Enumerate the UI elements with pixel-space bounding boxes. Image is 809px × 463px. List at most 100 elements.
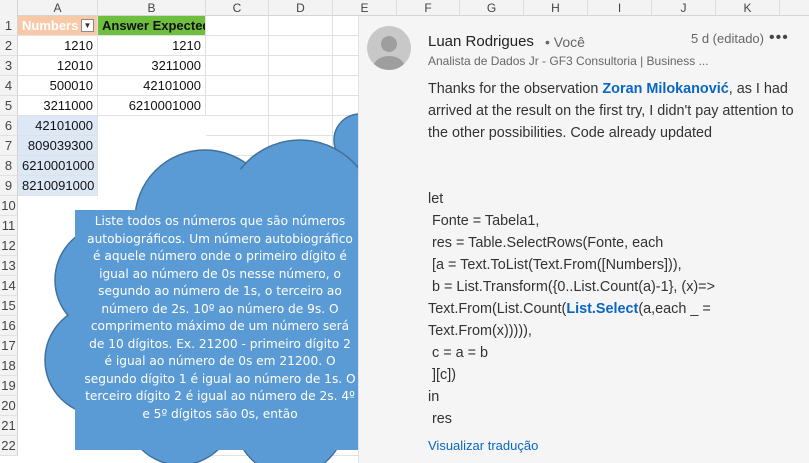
select-all-corner[interactable]: [0, 0, 18, 16]
row-header-22[interactable]: 22: [0, 436, 18, 456]
row-header-1[interactable]: 1: [0, 16, 18, 36]
cell[interactable]: [206, 96, 269, 116]
cell[interactable]: [269, 256, 333, 276]
column-header-k[interactable]: K: [716, 0, 780, 16]
cell[interactable]: [269, 76, 333, 96]
cell[interactable]: [269, 96, 333, 116]
cell-answer-expected[interactable]: 6210001000: [98, 96, 206, 116]
cell[interactable]: [206, 16, 269, 36]
cell-answer-expected[interactable]: 42101000: [98, 76, 206, 96]
cell[interactable]: [206, 116, 269, 136]
column-header-h[interactable]: H: [524, 0, 588, 16]
cell[interactable]: [206, 176, 269, 196]
column-header-i[interactable]: I: [588, 0, 652, 16]
cell[interactable]: [269, 296, 333, 316]
comment-panel: Luan Rodrigues • Você 5 d (editado) ••• …: [358, 16, 809, 463]
cell[interactable]: [269, 336, 333, 356]
cell-answer-expected[interactable]: 3211000: [98, 56, 206, 76]
cell[interactable]: [206, 296, 269, 316]
cell[interactable]: [269, 416, 333, 436]
cell[interactable]: [269, 236, 333, 256]
cell[interactable]: [269, 396, 333, 416]
column-header-a[interactable]: A: [18, 0, 98, 16]
row-header-6[interactable]: 6: [0, 116, 18, 136]
cell-numbers[interactable]: 500010: [18, 76, 98, 96]
header-cell-numbers[interactable]: Numbers ▼: [18, 16, 98, 36]
cell[interactable]: [269, 276, 333, 296]
cell[interactable]: [269, 16, 333, 36]
cell[interactable]: [206, 236, 269, 256]
row-header-12[interactable]: 12: [0, 236, 18, 256]
cell[interactable]: [269, 116, 333, 136]
column-header-c[interactable]: C: [206, 0, 269, 16]
cell[interactable]: [269, 356, 333, 376]
row-header-11[interactable]: 11: [0, 216, 18, 236]
cell[interactable]: [206, 256, 269, 276]
author-name[interactable]: Luan Rodrigues: [428, 33, 534, 50]
cell-numbers[interactable]: 42101000: [18, 116, 98, 136]
cell[interactable]: [206, 56, 269, 76]
column-header-d[interactable]: D: [269, 0, 333, 16]
cell[interactable]: [206, 136, 269, 156]
mention-link[interactable]: Zoran Milokanović: [602, 81, 728, 97]
cell[interactable]: [206, 336, 269, 356]
row-header-8[interactable]: 8: [0, 156, 18, 176]
cell[interactable]: [269, 376, 333, 396]
row-header-13[interactable]: 13: [0, 256, 18, 276]
row-header-21[interactable]: 21: [0, 416, 18, 436]
row-header-2[interactable]: 2: [0, 36, 18, 56]
row-header-16[interactable]: 16: [0, 316, 18, 336]
cell[interactable]: [206, 36, 269, 56]
cell[interactable]: [206, 416, 269, 436]
column-header-f[interactable]: F: [397, 0, 460, 16]
row-header-14[interactable]: 14: [0, 276, 18, 296]
cell[interactable]: [269, 156, 333, 176]
cell[interactable]: [269, 196, 333, 216]
cell[interactable]: [206, 156, 269, 176]
row-header-18[interactable]: 18: [0, 356, 18, 376]
cell[interactable]: [269, 316, 333, 336]
cell-numbers[interactable]: 3211000: [18, 96, 98, 116]
row-header-19[interactable]: 19: [0, 376, 18, 396]
header-cell-answer-expected[interactable]: Answer Expected: [98, 16, 206, 36]
cell[interactable]: [269, 36, 333, 56]
cell-numbers[interactable]: 12010: [18, 56, 98, 76]
row-header-10[interactable]: 10: [0, 196, 18, 216]
column-header-j[interactable]: J: [652, 0, 716, 16]
row-header-17[interactable]: 17: [0, 336, 18, 356]
cell[interactable]: [269, 56, 333, 76]
row-header-15[interactable]: 15: [0, 296, 18, 316]
cell[interactable]: [206, 376, 269, 396]
row-header-4[interactable]: 4: [0, 76, 18, 96]
cell-numbers[interactable]: 1210: [18, 36, 98, 56]
translate-link[interactable]: Visualizar tradução: [428, 438, 538, 453]
cell[interactable]: [269, 136, 333, 156]
cell[interactable]: [206, 196, 269, 216]
cell[interactable]: [269, 436, 333, 456]
cell-numbers[interactable]: 8210091000: [18, 176, 98, 196]
avatar[interactable]: [367, 26, 411, 70]
cell-numbers[interactable]: 6210001000: [18, 156, 98, 176]
row-header-3[interactable]: 3: [0, 56, 18, 76]
cell[interactable]: [206, 436, 269, 456]
cell[interactable]: [269, 176, 333, 196]
cell[interactable]: [206, 396, 269, 416]
cell[interactable]: [269, 216, 333, 236]
row-header-7[interactable]: 7: [0, 136, 18, 156]
row-header-9[interactable]: 9: [0, 176, 18, 196]
cell[interactable]: [206, 316, 269, 336]
filter-dropdown-icon[interactable]: ▼: [81, 19, 94, 32]
column-header-g[interactable]: G: [460, 0, 524, 16]
code-text: res = Table.SelectRows(Fonte, each: [428, 235, 664, 251]
column-header-e[interactable]: E: [333, 0, 397, 16]
cell[interactable]: [206, 356, 269, 376]
cell-numbers[interactable]: 809039300: [18, 136, 98, 156]
row-header-20[interactable]: 20: [0, 396, 18, 416]
column-header-b[interactable]: B: [98, 0, 206, 16]
cell-answer-expected[interactable]: 1210: [98, 36, 206, 56]
more-options-icon[interactable]: •••: [769, 29, 789, 47]
cell[interactable]: [206, 216, 269, 236]
cell[interactable]: [206, 76, 269, 96]
row-header-5[interactable]: 5: [0, 96, 18, 116]
cell[interactable]: [206, 276, 269, 296]
